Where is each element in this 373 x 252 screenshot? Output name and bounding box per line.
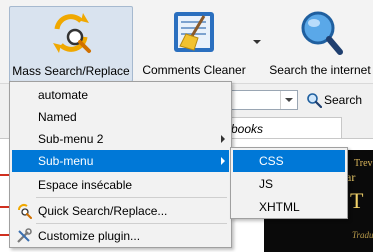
menu-item-label: Quick Search/Replace... [38,204,168,218]
chevron-right-icon [221,157,225,165]
mass-search-replace-button[interactable]: Mass Search/Replace [9,6,133,82]
menu-item-label: Named [38,110,77,124]
menu-item-sub-menu[interactable]: Sub-menu [12,150,229,172]
menu-separator [36,197,227,198]
search-internet-label: Search the internet [269,63,371,77]
mass-search-replace-menu: automate Named Sub-menu 2 Sub-menu Espac… [9,81,232,248]
submenu-item-xhtml[interactable]: XHTML [233,196,345,218]
tools-icon [17,228,32,243]
submenu-item-js[interactable]: JS [233,173,345,195]
search-button-label: Search [324,93,363,107]
plugin-toolbar: Mass Search/Replace Comments Cleaner Sea… [0,0,373,84]
tab-books[interactable]: books [222,117,342,138]
menu-item-label: XHTML [259,200,300,214]
menu-item-quick-search-replace[interactable]: Quick Search/Replace... [12,200,229,222]
menu-item-sub-menu-2[interactable]: Sub-menu 2 [12,128,229,150]
tab-label: books [231,122,264,136]
menu-item-automate[interactable]: automate [12,84,229,106]
broom-document-icon [174,12,214,52]
menu-item-label: Sub-menu 2 [38,132,104,146]
sub-menu-popup: CSS JS XHTML [230,147,348,219]
cover-title-letter: T [350,188,364,213]
search-button[interactable]: Search [304,90,368,110]
menu-item-label: automate [38,88,89,102]
submenu-item-css[interactable]: CSS [233,150,345,172]
menu-item-espace-insecable[interactable]: Espace insécable [12,174,229,196]
quick-search-icon [18,204,32,219]
search-internet-button[interactable]: Search the internet [267,6,373,82]
menu-item-label: CSS [259,154,284,168]
app-window: Mass Search/Replace Comments Cleaner Sea… [0,0,373,252]
search-replace-icon [53,13,91,53]
comments-cleaner-label: Comments Cleaner [142,63,246,77]
menu-item-label: JS [259,177,274,191]
search-icon [307,93,322,108]
magnifier-globe-icon [301,11,343,55]
chevron-down-icon[interactable] [253,40,261,44]
chevron-down-icon[interactable] [280,91,297,109]
chevron-right-icon [221,135,225,143]
menu-item-label: Espace insécable [38,178,133,192]
menu-item-named[interactable]: Named [12,106,229,128]
menu-item-label: Customize plugin... [38,229,141,243]
menu-item-customize-plugin[interactable]: Customize plugin... [12,225,229,247]
cover-text-line: Trev [354,158,373,169]
menu-separator [36,223,227,224]
menu-item-label: Sub-menu [38,154,94,168]
cover-text-line: Traduct [352,230,373,240]
comments-cleaner-button[interactable]: Comments Cleaner [140,6,248,82]
search-combo[interactable] [224,90,298,110]
mass-search-replace-label: Mass Search/Replace [12,64,130,78]
